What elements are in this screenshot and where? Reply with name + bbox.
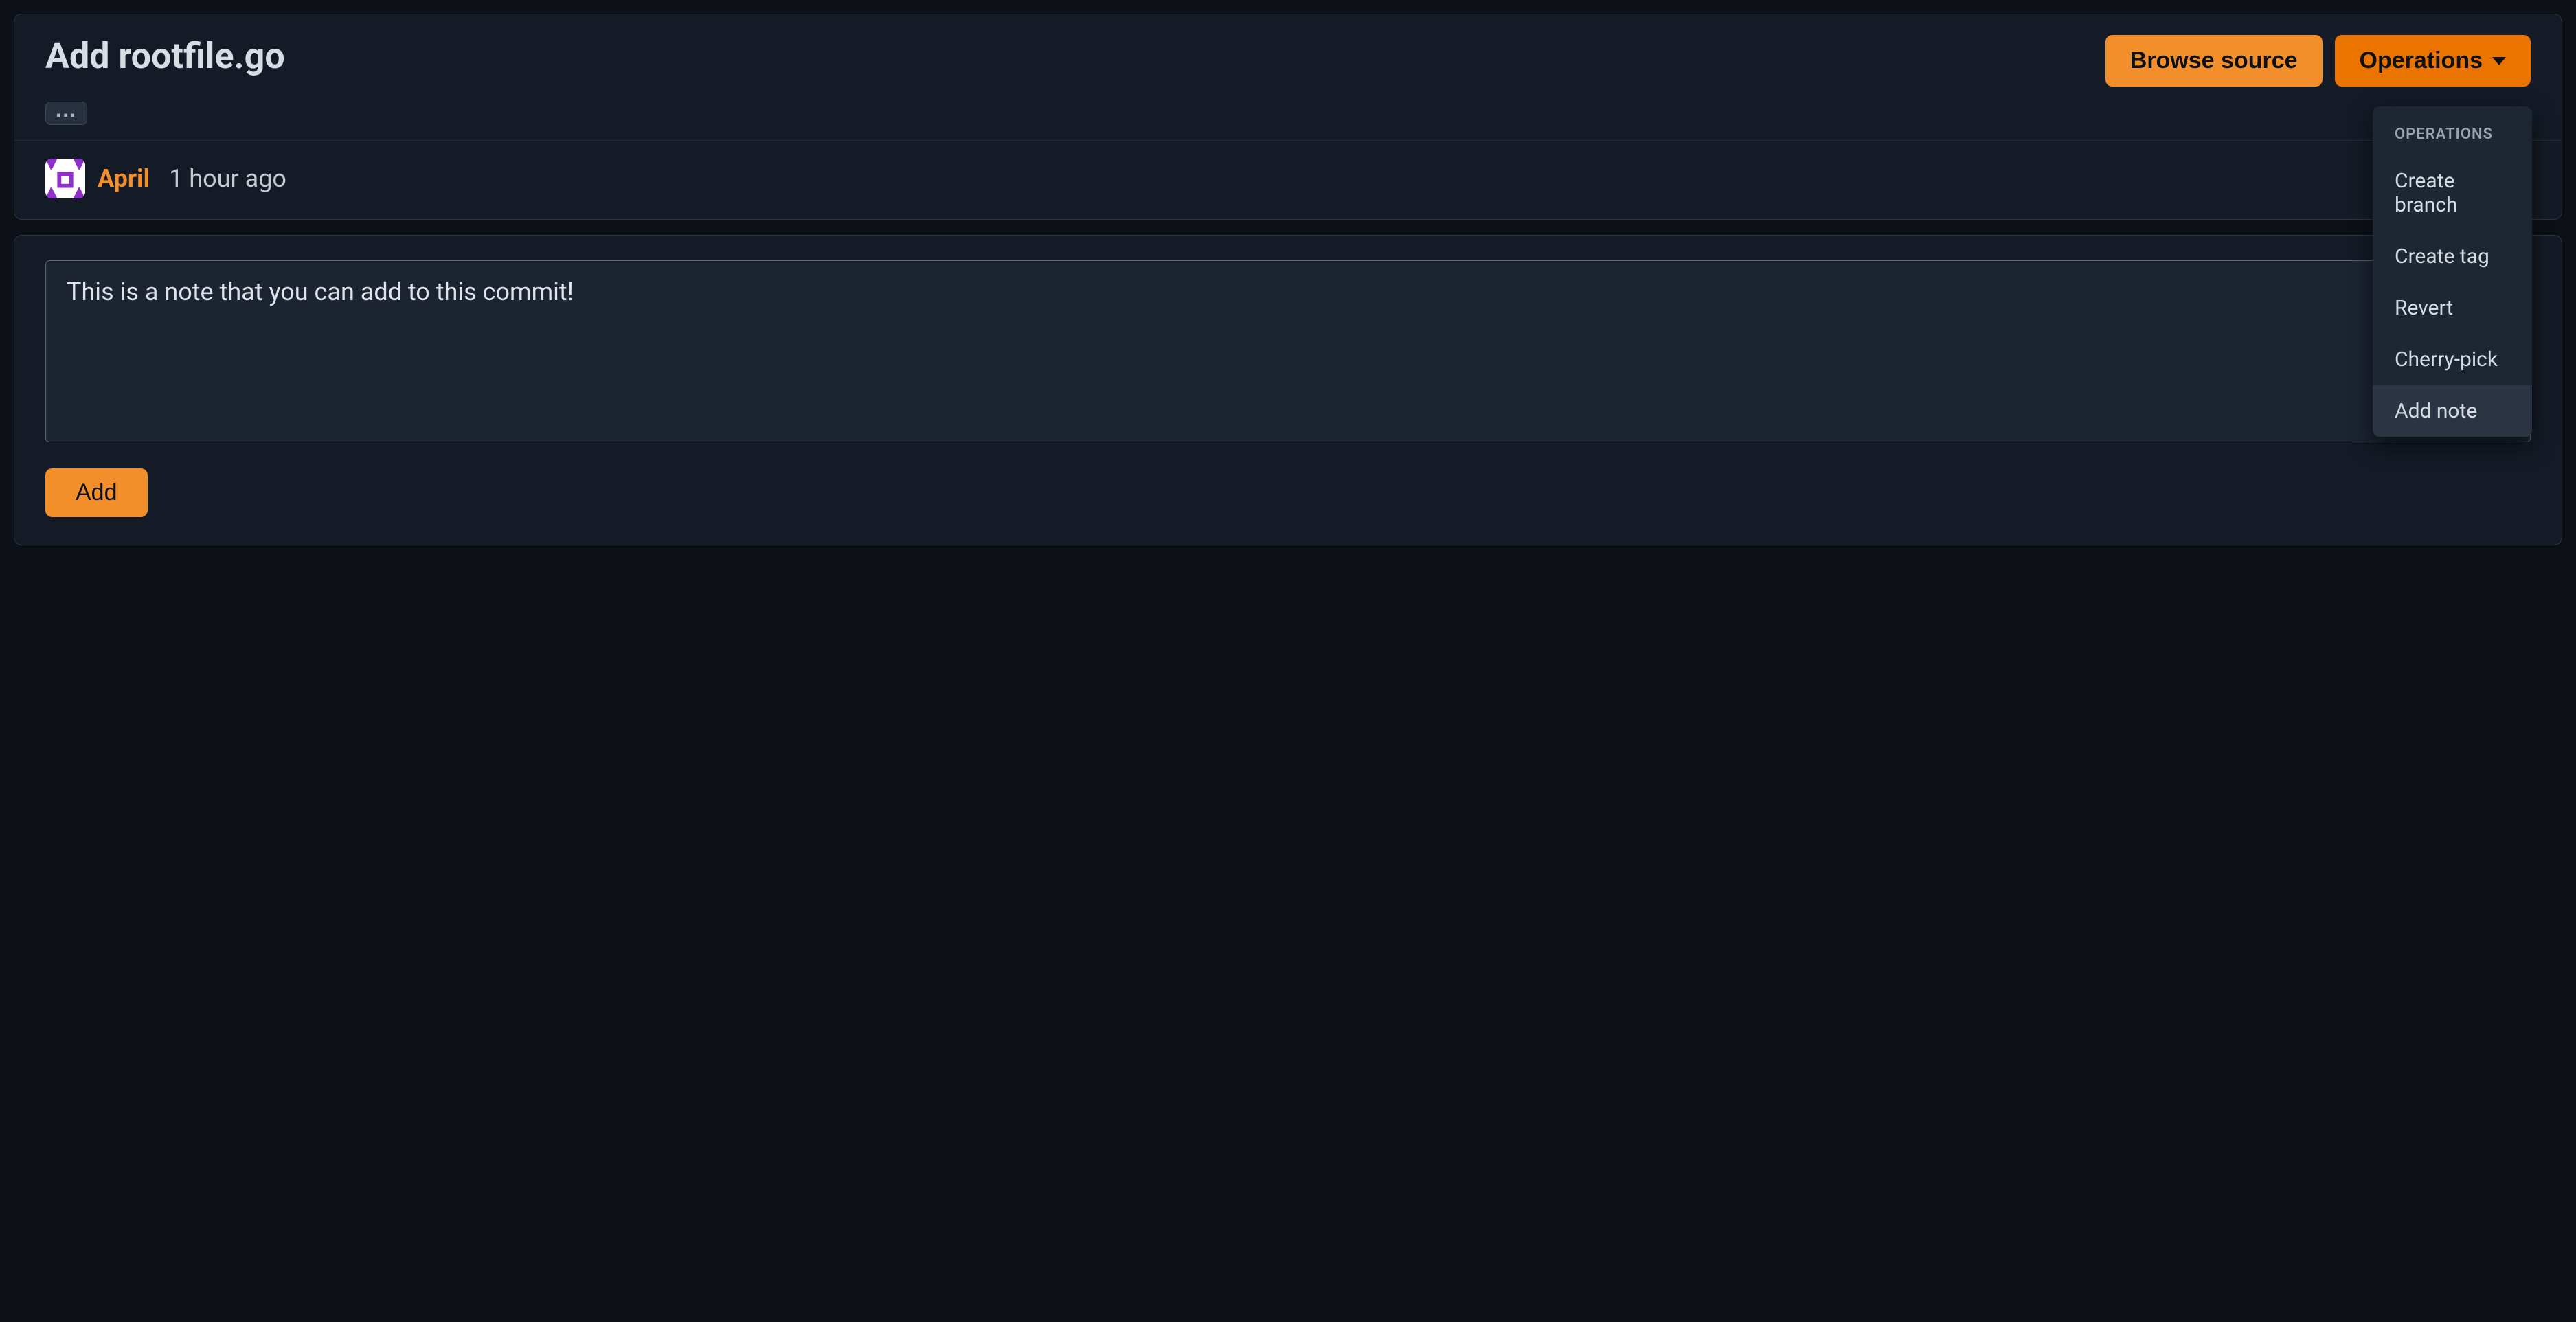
caret-down-icon: [2492, 57, 2506, 65]
commit-header: Add rootfile.go Browse source Operations…: [14, 14, 2562, 93]
avatar: [45, 159, 85, 198]
note-textarea[interactable]: [45, 260, 2531, 442]
dropdown-item-cherry-pick[interactable]: Cherry-pick: [2373, 334, 2532, 385]
operations-button[interactable]: Operations: [2335, 35, 2531, 87]
note-card: Add: [14, 235, 2562, 545]
ellipsis-row: ...: [14, 93, 2562, 140]
avatar-icon: [45, 159, 85, 198]
header-buttons: Browse source Operations OPERATIONS Crea…: [2105, 35, 2531, 87]
commit-author[interactable]: April: [98, 164, 150, 193]
commit-title: Add rootfile.go: [45, 35, 285, 77]
operations-label: Operations: [2360, 47, 2483, 74]
commit-meta-row: April 1 hour ago commit: [14, 141, 2562, 219]
add-note-button[interactable]: Add: [45, 468, 148, 517]
dropdown-item-create-branch[interactable]: Create branch: [2373, 155, 2532, 231]
dropdown-heading: OPERATIONS: [2373, 119, 2532, 155]
commit-card: Add rootfile.go Browse source Operations…: [14, 14, 2562, 220]
dropdown-item-revert[interactable]: Revert: [2373, 282, 2532, 334]
dropdown-item-add-note[interactable]: Add note: [2373, 385, 2532, 437]
operations-dropdown: OPERATIONS Create branch Create tag Reve…: [2373, 106, 2532, 437]
commit-timeago: 1 hour ago: [169, 164, 286, 193]
commit-author-block: April 1 hour ago: [45, 159, 286, 198]
expand-description-button[interactable]: ...: [45, 102, 87, 125]
dropdown-item-create-tag[interactable]: Create tag: [2373, 231, 2532, 282]
browse-source-button[interactable]: Browse source: [2105, 35, 2323, 87]
